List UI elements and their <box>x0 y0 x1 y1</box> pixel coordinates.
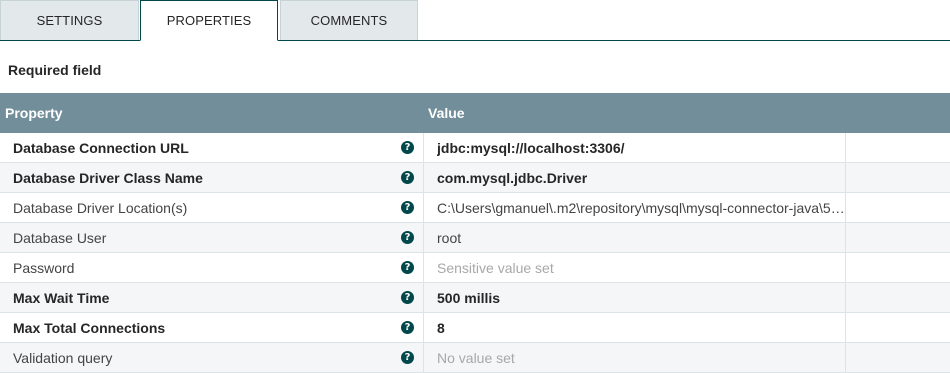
required-field-label: Required field <box>8 62 102 78</box>
help-icon[interactable]: ? <box>401 171 414 184</box>
help-icon[interactable]: ? <box>401 201 414 214</box>
help-icon[interactable]: ? <box>401 351 414 364</box>
help-icon[interactable]: ? <box>401 231 414 244</box>
table-row[interactable]: Database Driver Location(s)? C:\Users\gma… <box>0 193 950 223</box>
property-name: Max Wait Time <box>13 290 110 306</box>
property-value[interactable]: com.mysql.jdbc.Driver <box>437 170 845 186</box>
property-value[interactable]: root <box>437 230 845 246</box>
column-divider <box>845 193 846 223</box>
property-value[interactable]: C:\Users\gmanuel\.m2\repository\mysql\my… <box>437 200 845 216</box>
property-name: Database Driver Location(s) <box>13 200 188 216</box>
property-name: Password <box>13 260 75 276</box>
property-name: Max Total Connections <box>13 320 166 336</box>
column-divider <box>845 163 846 193</box>
help-icon[interactable]: ? <box>401 291 414 304</box>
column-divider <box>423 163 424 193</box>
table-body: Database Connection URL? jdbc:mysql://loc… <box>0 133 950 373</box>
column-divider <box>423 253 424 283</box>
help-icon[interactable]: ? <box>401 321 414 334</box>
table-row[interactable]: Max Wait Time? 500 millis <box>0 283 950 313</box>
properties-table: Property Value Database Connection URL? j… <box>0 93 950 373</box>
table-row[interactable]: Database Connection URL? jdbc:mysql://loc… <box>0 133 950 163</box>
property-value[interactable]: 8 <box>437 320 845 336</box>
column-divider <box>423 283 424 313</box>
property-value[interactable]: jdbc:mysql://localhost:3306/ <box>437 140 845 156</box>
property-name: Database Connection URL <box>13 140 189 156</box>
table-row[interactable]: Database Driver Class Name? com.mysql.jdb… <box>0 163 950 193</box>
column-divider <box>845 133 846 163</box>
column-header-value[interactable]: Value <box>428 105 465 121</box>
column-divider <box>845 283 846 313</box>
tab-bar: SETTINGS PROPERTIES COMMENTS <box>0 0 950 41</box>
property-name: Validation query <box>13 350 113 366</box>
help-icon[interactable]: ? <box>401 261 414 274</box>
tab-settings[interactable]: SETTINGS <box>0 0 139 40</box>
column-divider <box>845 223 846 253</box>
column-divider <box>845 313 846 343</box>
help-icon[interactable]: ? <box>401 141 414 154</box>
column-divider <box>423 223 424 253</box>
column-divider <box>845 253 846 283</box>
tab-comments[interactable]: COMMENTS <box>280 0 418 40</box>
property-value[interactable]: No value set <box>437 350 845 366</box>
column-header-property[interactable]: Property <box>5 105 63 121</box>
table-row[interactable]: Password? Sensitive value set <box>0 253 950 283</box>
tab-properties[interactable]: PROPERTIES <box>140 0 278 41</box>
property-name: Database User <box>13 230 107 246</box>
table-header: Property Value <box>0 93 950 133</box>
column-divider <box>423 313 424 343</box>
property-name: Database Driver Class Name <box>13 170 203 186</box>
table-row[interactable]: Validation query? No value set <box>0 343 950 373</box>
table-row[interactable]: Max Total Connections? 8 <box>0 313 950 343</box>
column-divider <box>423 133 424 163</box>
column-divider <box>845 343 846 373</box>
column-divider <box>423 193 424 223</box>
table-row[interactable]: Database User? root <box>0 223 950 253</box>
property-value[interactable]: 500 millis <box>437 290 845 306</box>
property-value[interactable]: Sensitive value set <box>437 260 845 276</box>
column-divider <box>423 343 424 373</box>
